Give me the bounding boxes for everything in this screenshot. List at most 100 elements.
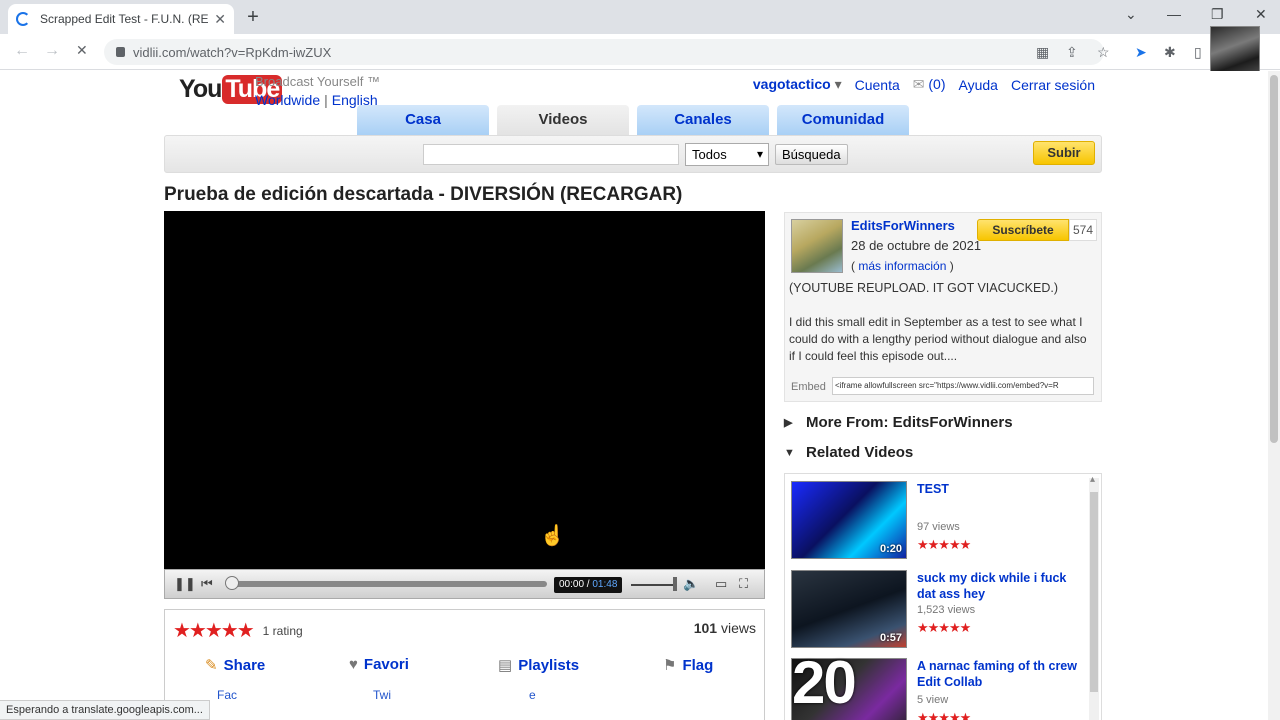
- pause-button-icon[interactable]: ❚❚: [174, 576, 196, 592]
- share-icon: ✎: [205, 657, 218, 674]
- stop-loading-button[interactable]: ✕: [76, 42, 88, 59]
- channel-name-link[interactable]: EditsForWinners: [851, 218, 955, 233]
- related-video-stars: ★★★★★: [917, 620, 971, 635]
- search-input[interactable]: [423, 144, 679, 165]
- player-controls: ❚❚ ⏮ 00:00 / 01:48 🔈 ▭ ⛶: [164, 569, 765, 599]
- collapse-arrow-icon: ▼: [784, 446, 795, 459]
- related-video-views: 5 view: [917, 694, 949, 706]
- rating-count: 1 rating: [262, 623, 303, 638]
- side-panel-icon[interactable]: ▯: [1194, 44, 1202, 61]
- upload-button[interactable]: Subir: [1033, 141, 1095, 165]
- inbox-link[interactable]: ✉ (0): [913, 76, 946, 93]
- browser-status-bar: Esperando a translate.googleapis.com...: [0, 700, 210, 720]
- related-video-stars: ★★★★★: [917, 537, 971, 552]
- user-nav: vagotactico ▾ Cuenta ✉ (0) Ayuda Cerrar …: [753, 76, 1095, 93]
- main-nav: Casa Videos Canales Comunidad: [357, 105, 909, 135]
- web-page: You Tube Broadcast Yourself ™ Worldwide |…: [0, 71, 1268, 720]
- minimize-button[interactable]: —: [1167, 6, 1181, 22]
- more-from-header[interactable]: ▶ More From: EditsForWinners: [784, 414, 1013, 431]
- page-scrollbar[interactable]: [1268, 71, 1280, 720]
- more-info-link[interactable]: más información: [858, 259, 946, 273]
- forward-button[interactable]: →: [44, 42, 60, 60]
- share-other-link[interactable]: e: [529, 688, 536, 702]
- related-video-title[interactable]: A narnac faming of th crew Edit Collab: [917, 658, 1083, 690]
- help-link[interactable]: Ayuda: [959, 77, 998, 93]
- envelope-icon: ✉: [912, 76, 925, 92]
- video-thumbnail[interactable]: 0:20: [791, 481, 907, 559]
- site-tagline: Broadcast Yourself ™: [255, 74, 381, 89]
- video-player[interactable]: [164, 211, 765, 569]
- heart-icon: ♥: [349, 656, 358, 673]
- related-scrollbar[interactable]: [1089, 474, 1099, 720]
- search-bar: Todos Búsqueda Subir: [164, 135, 1102, 173]
- related-video-views: 97 views: [917, 521, 960, 533]
- account-link[interactable]: Cuenta: [855, 77, 900, 93]
- bookmark-star-icon[interactable]: ☆: [1097, 44, 1110, 61]
- channel-info-box: EditsForWinners 28 de octubre de 2021 ( …: [784, 212, 1102, 402]
- more-info: ( más información ): [851, 259, 954, 273]
- share-page-icon[interactable]: ⇪: [1066, 44, 1078, 61]
- rating-stars[interactable]: ★★★★★: [173, 618, 255, 643]
- upload-date: 28 de octubre de 2021: [851, 238, 982, 253]
- playlists-button[interactable]: ▤ Playlists: [498, 656, 579, 675]
- extensions-puzzle-icon[interactable]: ✱: [1164, 44, 1176, 61]
- logout-link[interactable]: Cerrar sesión: [1011, 77, 1095, 93]
- video-thumbnail[interactable]: 0:57: [791, 570, 907, 648]
- volume-knob[interactable]: [673, 577, 677, 591]
- list-item[interactable]: 0:57 suck my dick while i fuck dat ass h…: [791, 570, 1083, 652]
- url-text: vidlii.com/watch?v=RpKdm-iwZUX: [133, 44, 332, 60]
- time-display: 00:00 / 01:48: [554, 577, 623, 593]
- tab-comunidad[interactable]: Comunidad: [777, 105, 909, 135]
- new-tab-button[interactable]: +: [242, 7, 264, 29]
- subscribe-button[interactable]: Suscríbete: [977, 219, 1069, 241]
- page-scroll-thumb[interactable]: [1270, 75, 1278, 443]
- share-twitter-link[interactable]: Twi: [373, 688, 391, 702]
- progress-bar[interactable]: [229, 581, 547, 587]
- list-item[interactable]: 0:20 TEST 97 views ★★★★★: [791, 481, 1083, 563]
- username-menu[interactable]: vagotactico ▾: [753, 76, 842, 93]
- tab-search-chevron-icon[interactable]: ⌄: [1125, 6, 1137, 23]
- browser-tab[interactable]: Scrapped Edit Test - F.U.N. (REL ✕: [8, 4, 234, 34]
- fullscreen-icon[interactable]: ⛶: [739, 576, 748, 592]
- rating: ★★★★★ 1 rating: [173, 618, 303, 643]
- skip-back-icon[interactable]: ⏮: [201, 576, 213, 592]
- flag-icon: ⚑: [663, 657, 677, 674]
- related-video-title[interactable]: suck my dick while i fuck dat ass hey: [917, 570, 1083, 602]
- share-button[interactable]: ✎ Share: [205, 656, 265, 675]
- tab-title: Scrapped Edit Test - F.U.N. (REL: [40, 12, 209, 26]
- video-description: I did this small edit in September as a …: [789, 315, 1087, 363]
- embed-code-field[interactable]: <iframe allowfullscreen src="https://www…: [832, 377, 1094, 395]
- search-category-select[interactable]: Todos: [685, 143, 769, 166]
- tab-close-icon[interactable]: ✕: [214, 11, 226, 28]
- tab-canales[interactable]: Canales: [637, 105, 769, 135]
- related-video-views: 1,523 views: [917, 604, 976, 616]
- hand-cursor-icon: ☝: [540, 525, 565, 547]
- browser-tab-strip: Scrapped Edit Test - F.U.N. (REL ✕ + ⌄ —…: [0, 0, 1280, 34]
- window-close-button[interactable]: ✕: [1255, 6, 1267, 23]
- view-count: 101 views: [693, 620, 756, 636]
- embed-label: Embed: [791, 381, 826, 393]
- volume-slider[interactable]: [631, 584, 675, 586]
- channel-avatar[interactable]: [791, 219, 843, 273]
- related-video-title[interactable]: TEST: [917, 481, 1083, 497]
- description-note: (YOUTUBE REUPLOAD. IT GOT VIACUCKED.): [789, 281, 1059, 295]
- search-button[interactable]: Búsqueda: [775, 144, 848, 165]
- back-button[interactable]: ←: [14, 42, 30, 60]
- progress-knob[interactable]: [225, 576, 239, 590]
- tab-videos[interactable]: Videos: [497, 105, 629, 135]
- related-videos-header[interactable]: ▼ Related Videos: [784, 444, 913, 461]
- address-bar[interactable]: vidlii.com/watch?v=RpKdm-iwZUX: [104, 39, 1104, 65]
- share-facebook-link[interactable]: Fac: [217, 688, 237, 702]
- lock-icon: [116, 47, 125, 57]
- tab-casa[interactable]: Casa: [357, 105, 489, 135]
- region-link[interactable]: Worldwide: [255, 92, 320, 108]
- translate-icon[interactable]: ▦: [1036, 44, 1049, 61]
- restore-button[interactable]: ❐: [1211, 6, 1224, 23]
- widescreen-icon[interactable]: ▭: [715, 576, 727, 592]
- speaker-icon[interactable]: 🔈: [683, 576, 699, 592]
- flag-button[interactable]: ⚑ Flag: [663, 656, 713, 675]
- loading-spinner-icon: [16, 12, 30, 26]
- favorite-button[interactable]: ♥ Favori: [349, 656, 409, 673]
- extension-arrow-icon[interactable]: ➤: [1135, 44, 1147, 61]
- expand-arrow-icon: ▶: [784, 417, 793, 429]
